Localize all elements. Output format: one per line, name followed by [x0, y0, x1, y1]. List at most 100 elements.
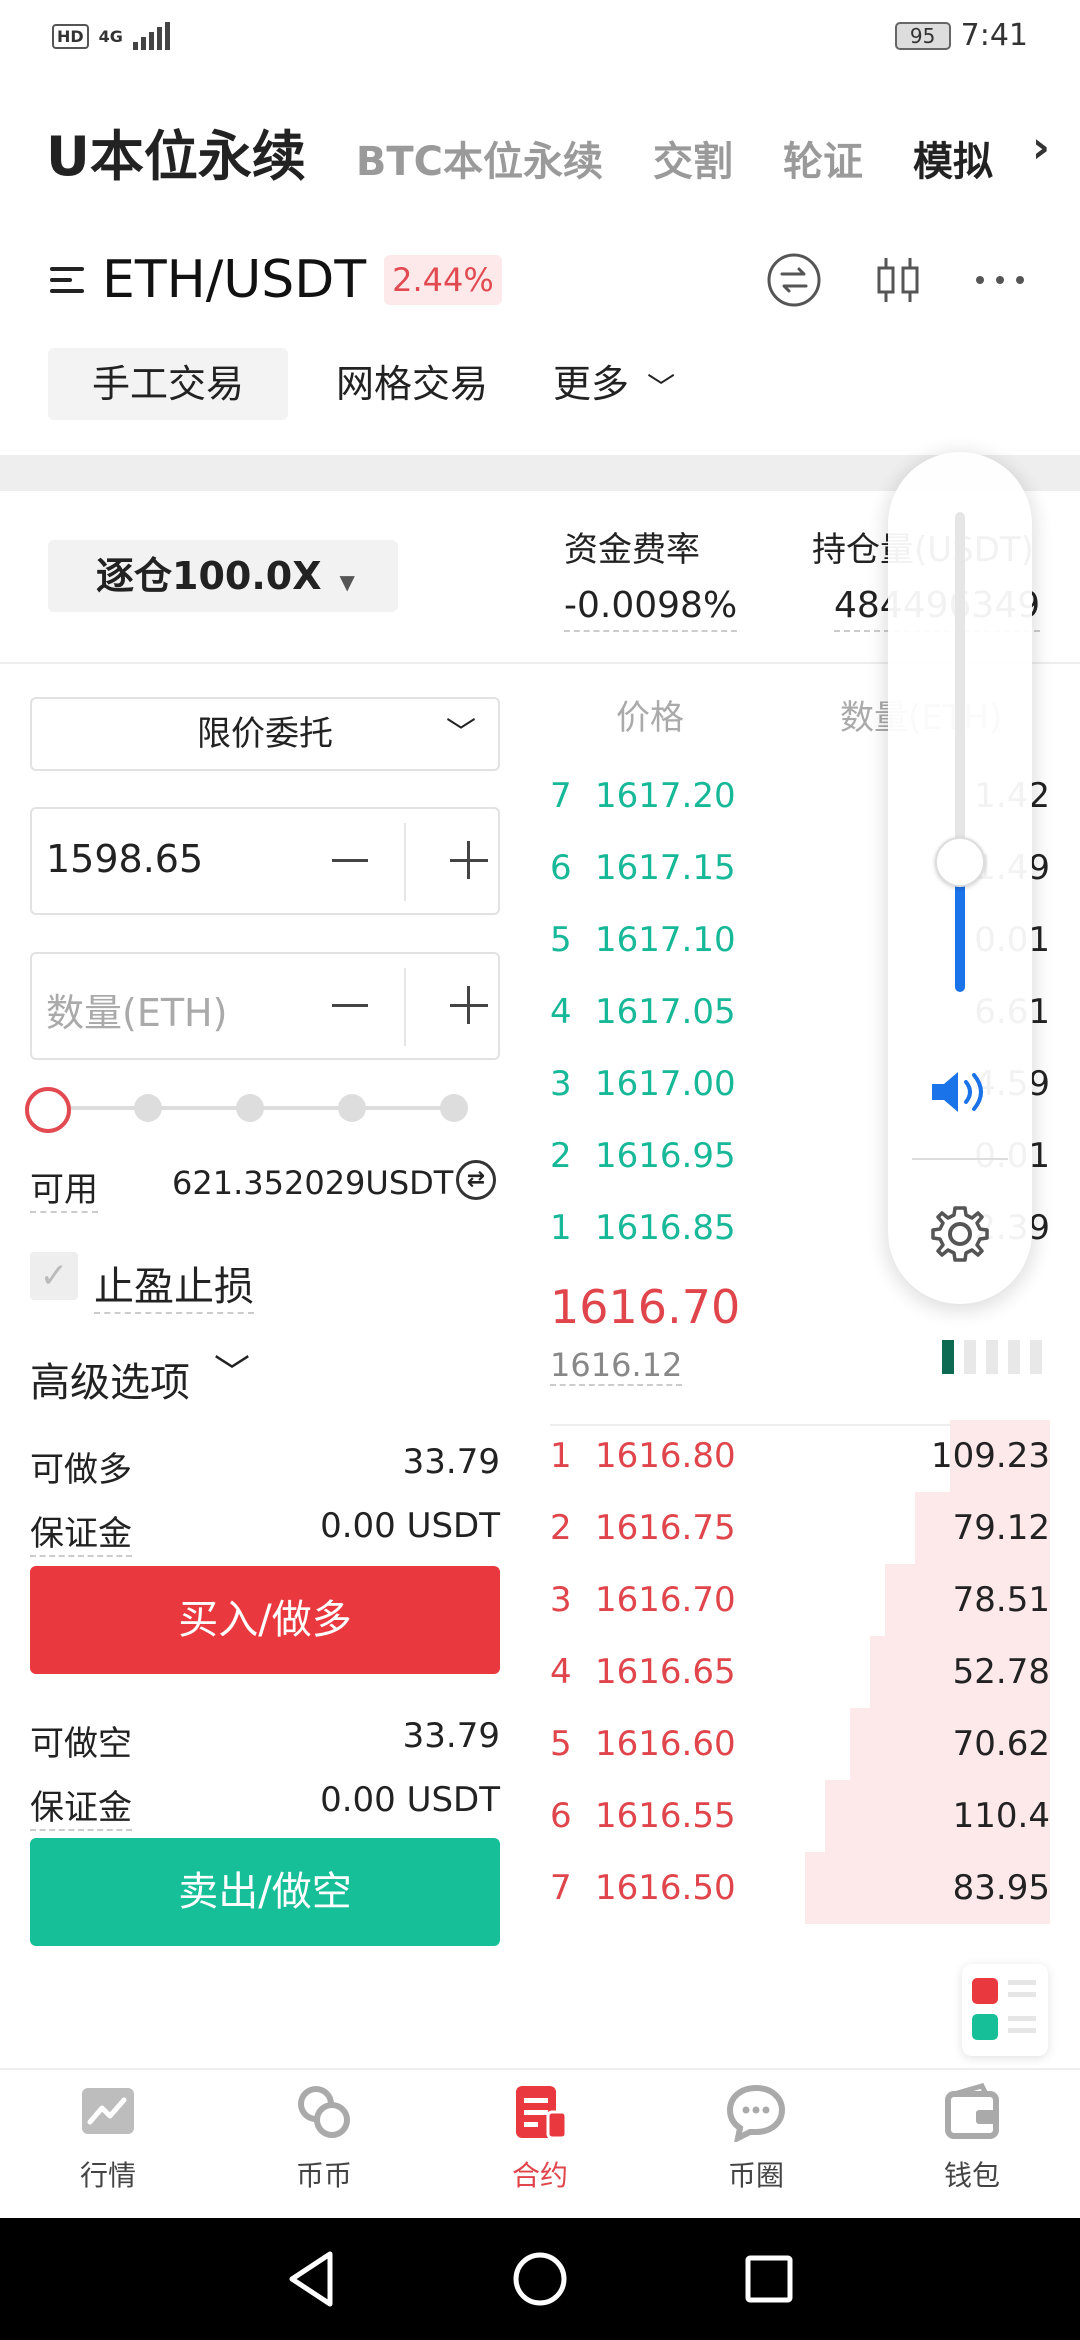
tab-more-label: 更多	[553, 362, 630, 406]
bid-quantity: 78.51	[952, 1580, 1050, 1620]
nav-community[interactable]: 币圈	[686, 2082, 826, 2194]
caret-down-icon: ▼	[339, 570, 355, 594]
order-type-label: 限价委托	[197, 714, 333, 754]
ask-price: 1617.05	[595, 992, 736, 1032]
wallet-icon	[942, 2082, 1002, 2142]
bid-row[interactable]: 7 1616.50 83.95	[550, 1852, 1050, 1924]
slider-step-75[interactable]	[338, 1094, 366, 1122]
slider-step-50[interactable]	[236, 1094, 264, 1122]
depth-mode-icon[interactable]	[942, 1340, 1042, 1374]
tab-more[interactable]: 更多 ﹀	[553, 348, 675, 420]
chevron-down-icon[interactable]: ﹀	[214, 1344, 250, 1396]
plus-icon	[467, 841, 470, 879]
leverage-selector[interactable]: 逐仓100.0X ▼	[48, 540, 398, 612]
quantity-input[interactable]: 数量(ETH)	[30, 952, 500, 1060]
bid-row[interactable]: 6 1616.55 110.4	[550, 1780, 1050, 1852]
orderbook-layout-button[interactable]	[962, 1964, 1048, 2056]
bid-price: 1616.70	[595, 1580, 736, 1620]
nav-contract-label: 合约	[511, 2159, 568, 2192]
ask-price: 1617.10	[595, 920, 736, 960]
gear-icon[interactable]	[928, 1202, 992, 1266]
candlestick-icon[interactable]	[870, 252, 926, 308]
clock: 7:41	[960, 18, 1028, 53]
recents-icon[interactable]	[745, 2255, 793, 2303]
last-price: 1616.70	[550, 1280, 741, 1334]
quantity-decrement-button[interactable]	[332, 1004, 368, 1007]
order-type-select[interactable]: 限价委托 ﹀	[30, 697, 500, 771]
volume-panel-divider	[912, 1158, 1008, 1160]
back-icon[interactable]	[289, 2251, 333, 2307]
orderbook-price-header: 价格	[616, 698, 684, 738]
tab-simulation[interactable]: 模拟	[913, 129, 993, 187]
nav-wallet[interactable]: 钱包	[902, 2082, 1042, 2194]
nav-community-label: 币圈	[727, 2159, 784, 2192]
bid-index: 3	[550, 1580, 572, 1620]
tpsl-checkbox[interactable]: ✓	[30, 1252, 78, 1300]
bid-index: 7	[550, 1868, 572, 1908]
max-short-value: 33.79	[402, 1716, 500, 1756]
advanced-options-toggle[interactable]: 高级选项	[30, 1350, 190, 1408]
bid-quantity: 70.62	[952, 1724, 1050, 1764]
status-bar-left: HD 4G	[52, 22, 170, 50]
tab-btc-perpetual[interactable]: BTC本位永续	[356, 129, 603, 187]
buy-long-button[interactable]: 买入/做多	[30, 1566, 500, 1674]
home-icon[interactable]	[513, 2252, 567, 2306]
ask-price: 1616.85	[595, 1208, 736, 1248]
available-label: 可用	[30, 1162, 98, 1213]
bid-row[interactable]: 5 1616.60 70.62	[550, 1708, 1050, 1780]
tab-delivery[interactable]: 交割	[653, 129, 733, 187]
chevron-right-icon[interactable]: ›	[1032, 122, 1050, 173]
ask-price: 1616.95	[595, 1136, 736, 1176]
tab-manual-trading[interactable]: 手工交易	[48, 348, 288, 420]
tab-u-perpetual[interactable]: U本位永续	[46, 112, 306, 191]
swap-icon[interactable]	[766, 252, 822, 308]
sell-short-button[interactable]: 卖出/做空	[30, 1838, 500, 1946]
plus-icon	[467, 986, 470, 1024]
bid-quantity: 83.95	[952, 1868, 1050, 1908]
nav-contract[interactable]: 合约	[470, 2082, 610, 2194]
bid-price: 1616.60	[595, 1724, 736, 1764]
bid-price: 1616.75	[595, 1508, 736, 1548]
slider-handle[interactable]	[25, 1087, 71, 1133]
slider-step-25[interactable]	[134, 1094, 162, 1122]
bid-row[interactable]: 1 1616.80 109.23	[550, 1420, 1050, 1492]
pair-change-badge: 2.44%	[384, 255, 502, 305]
tpsl-label[interactable]: 止盈止损	[94, 1254, 254, 1314]
status-bar-right: 95 7:41	[894, 18, 1028, 53]
ask-index: 1	[550, 1208, 572, 1248]
pair-selector[interactable]: ETH/USDT 2.44%	[50, 250, 502, 310]
max-long-label: 可做多	[30, 1450, 132, 1490]
ask-price: 1617.20	[595, 776, 736, 816]
bid-price: 1616.80	[595, 1436, 736, 1476]
bid-index: 1	[550, 1436, 572, 1476]
bid-index: 5	[550, 1724, 572, 1764]
more-icon[interactable]	[972, 252, 1028, 308]
nav-market-label: 行情	[79, 2159, 136, 2192]
bid-quantity: 79.12	[952, 1508, 1050, 1548]
tab-warrant[interactable]: 轮证	[783, 129, 863, 187]
bid-quantity: 110.4	[952, 1796, 1050, 1836]
menu-icon	[50, 263, 90, 297]
mark-price: 1616.12	[550, 1346, 683, 1386]
nav-market[interactable]: 行情	[38, 2082, 178, 2194]
battery-icon: 95	[894, 21, 951, 50]
available-value: 621.352029USDT	[172, 1164, 454, 1202]
speaker-icon[interactable]	[928, 1064, 992, 1120]
slider-step-100[interactable]	[440, 1094, 468, 1122]
bid-row[interactable]: 4 1616.65 52.78	[550, 1636, 1050, 1708]
max-short-label: 可做空	[30, 1724, 132, 1764]
price-input[interactable]: 1598.65	[30, 807, 500, 915]
ask-index: 2	[550, 1136, 572, 1176]
transfer-icon[interactable]: ⇄	[456, 1160, 496, 1200]
ask-index: 3	[550, 1064, 572, 1104]
bid-index: 6	[550, 1796, 572, 1836]
bid-quantity: 52.78	[952, 1652, 1050, 1692]
nav-spot[interactable]: 币币	[254, 2082, 394, 2194]
long-margin-label: 保证金	[30, 1506, 132, 1557]
tab-grid-trading[interactable]: 网格交易	[336, 348, 488, 420]
funding-rate-value[interactable]: -0.0098%	[564, 585, 738, 632]
bid-row[interactable]: 3 1616.70 78.51	[550, 1564, 1050, 1636]
pair-name: ETH/USDT	[102, 250, 367, 310]
bid-row[interactable]: 2 1616.75 79.12	[550, 1492, 1050, 1564]
price-decrement-button[interactable]	[332, 859, 368, 862]
